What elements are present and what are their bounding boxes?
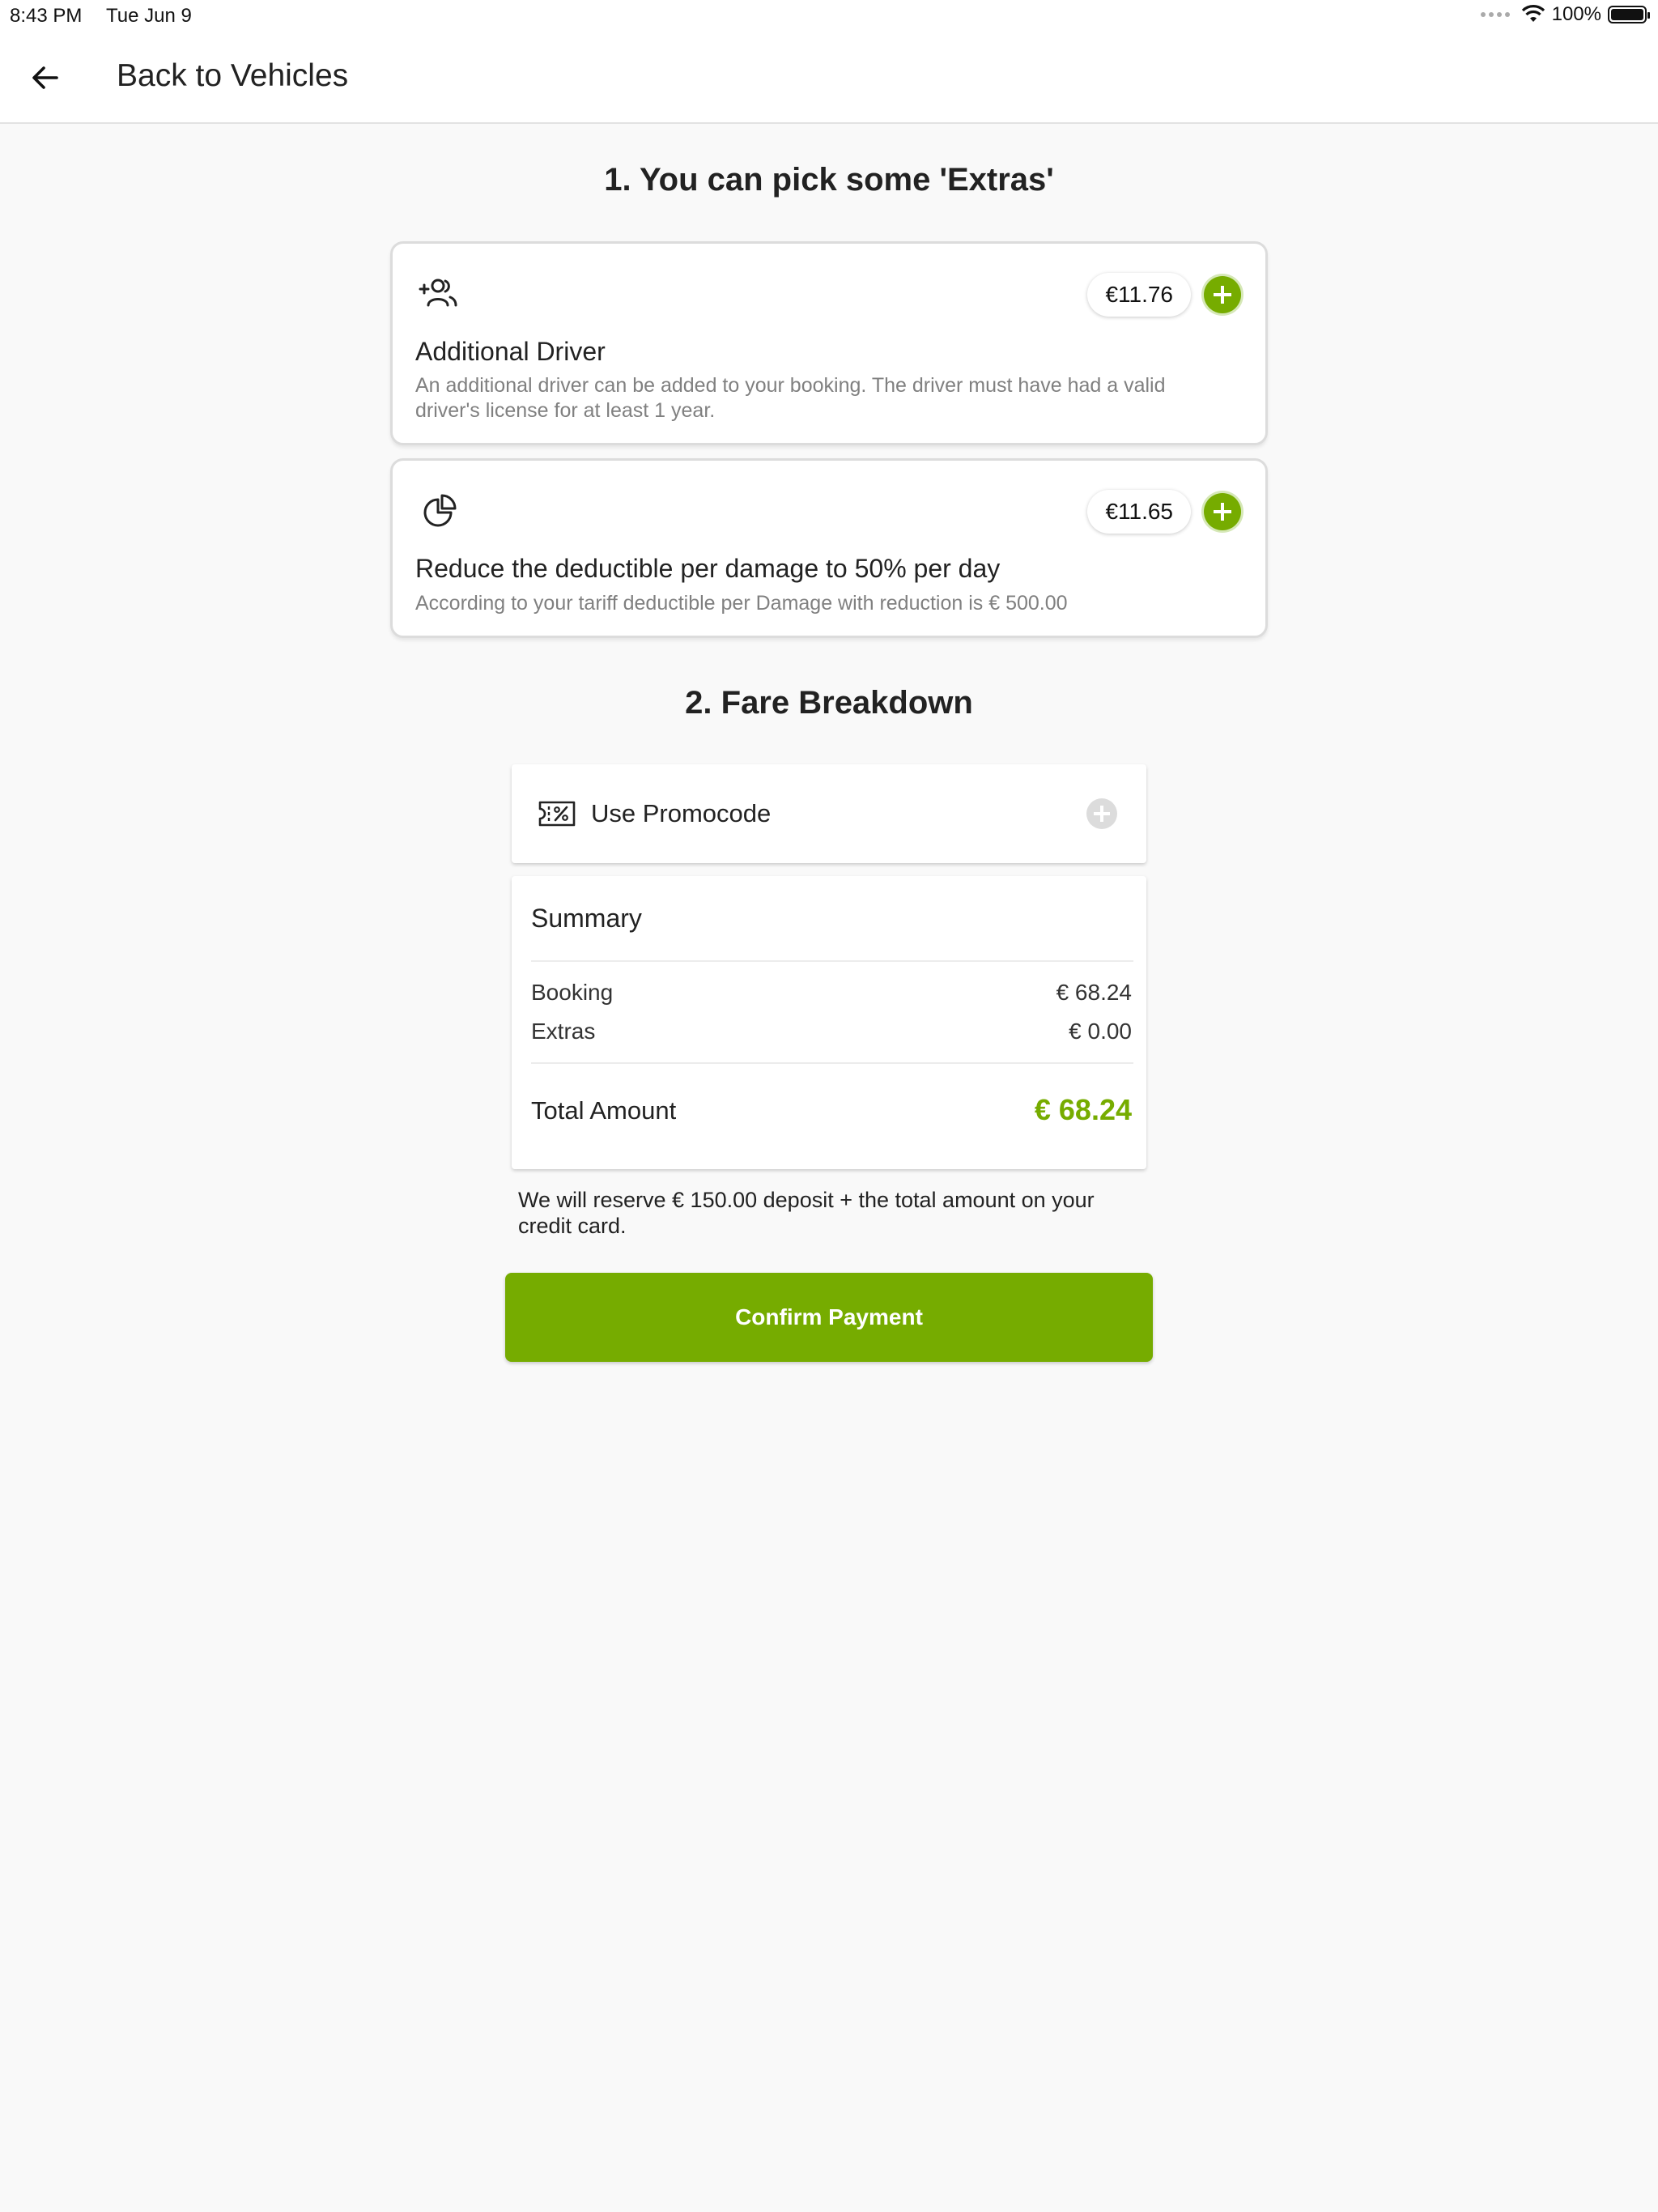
back-to-vehicles-link[interactable]: Back to Vehicles — [117, 58, 348, 94]
signal-icon — [1480, 12, 1510, 17]
extra-card-reduce-deductible: €11.65 Reduce the deductible per damage … — [390, 458, 1268, 638]
deposit-note: We will reserve € 150.00 deposit + the t… — [518, 1188, 1095, 1238]
arrow-left-icon — [32, 66, 58, 89]
status-time: 8:43 PM — [10, 5, 83, 27]
extra-card-additional-driver: €11.76 Additional Driver An additional d… — [390, 241, 1268, 445]
extras-section-title: 1. You can pick some 'Extras' — [604, 162, 1054, 198]
status-bar: 8:43 PM Tue Jun 9 100% — [0, 0, 1658, 32]
fare-section-title: 2. Fare Breakdown — [685, 685, 973, 721]
summary-row-label: Extras — [531, 1019, 596, 1044]
extra-price: €11.76 — [1087, 273, 1191, 317]
status-indicators: 100% — [1480, 3, 1650, 26]
add-extra-button[interactable] — [1204, 493, 1241, 530]
wifi-icon — [1521, 5, 1545, 22]
extra-description: An additional driver can be added to you… — [415, 374, 1166, 422]
extra-name: Additional Driver — [415, 337, 606, 366]
summary-row-value: € 0.00 — [1069, 1019, 1132, 1044]
status-date: Tue Jun 9 — [106, 5, 192, 27]
add-promocode-icon[interactable] — [1086, 798, 1117, 829]
back-button[interactable] — [24, 57, 66, 99]
promocode-row[interactable]: Use Promocode — [512, 764, 1146, 863]
extra-name: Reduce the deductible per damage to 50% … — [415, 554, 1001, 583]
add-person-icon — [419, 279, 457, 307]
summary-row-label: Booking — [531, 980, 614, 1005]
divider — [531, 1062, 1133, 1064]
summary-title: Summary — [531, 904, 642, 933]
summary-row-value: € 68.24 — [1056, 980, 1132, 1005]
promocode-label: Use Promocode — [591, 799, 772, 827]
battery-icon — [1608, 6, 1650, 23]
extra-description: According to your tariff deductible per … — [415, 592, 1068, 615]
pie-chart-icon — [423, 494, 457, 527]
battery-percent: 100% — [1551, 3, 1601, 25]
add-extra-button[interactable] — [1204, 276, 1241, 313]
app-header: Back to Vehicles — [0, 32, 1658, 124]
total-amount-value: € 68.24 — [1034, 1093, 1132, 1126]
total-amount-label: Total Amount — [531, 1096, 677, 1125]
extra-price: €11.65 — [1087, 490, 1191, 534]
divider — [531, 960, 1133, 962]
summary-card: Summary Booking € 68.24 Extras € 0.00 To… — [512, 876, 1146, 1169]
coupon-icon — [538, 801, 576, 827]
confirm-payment-button[interactable]: Confirm Payment — [505, 1273, 1153, 1362]
